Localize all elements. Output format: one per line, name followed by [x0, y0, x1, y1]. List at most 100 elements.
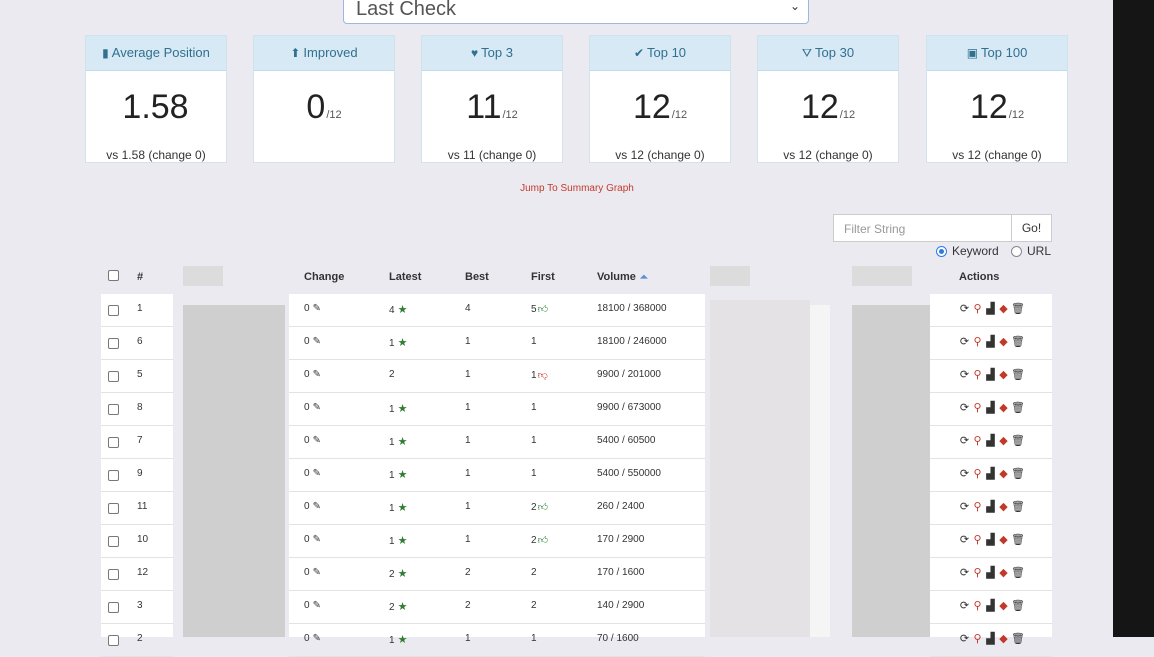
sort-icon[interactable]: ⏶ [640, 272, 648, 283]
search-icon[interactable]: ⚲ [972, 302, 983, 315]
bar-chart-icon[interactable]: ▟ [985, 632, 996, 645]
bar-chart-icon[interactable]: ▟ [985, 434, 996, 447]
row-checkbox[interactable] [108, 371, 119, 382]
refresh-icon[interactable]: ⟳ [959, 302, 970, 315]
radio-url[interactable]: URL [1011, 244, 1051, 258]
row-volume: 140 / 2900 [597, 600, 645, 611]
tag-icon[interactable]: ◆ [998, 500, 1009, 513]
stat-card-value: 12/12 [590, 88, 730, 127]
bar-chart-icon[interactable]: ▟ [985, 500, 996, 513]
radio-keyword-control[interactable] [936, 245, 947, 257]
row-change-value: 0 [304, 534, 310, 545]
header-change[interactable]: Change [304, 271, 344, 283]
search-icon[interactable]: ⚲ [972, 500, 983, 513]
radio-keyword[interactable]: Keyword [936, 244, 999, 258]
search-icon[interactable]: ⚲ [972, 434, 983, 447]
stat-card-title: Average Position [111, 45, 210, 60]
select-all-checkbox[interactable] [108, 270, 119, 281]
trash-icon[interactable]: 🗑︎ [1011, 632, 1025, 645]
row-actions: ⟳ ⚲ ▟ ◆ 🗑︎ [959, 533, 1025, 546]
trash-icon[interactable]: 🗑︎ [1011, 434, 1025, 447]
row-checkbox[interactable] [108, 305, 119, 316]
go-button[interactable]: Go! [1011, 214, 1052, 242]
redacted-url-column-edge [810, 305, 830, 637]
search-icon[interactable]: ⚲ [972, 632, 983, 645]
tag-icon[interactable]: ◆ [998, 467, 1009, 480]
tag-icon[interactable]: ◆ [998, 533, 1009, 546]
tag-icon[interactable]: ◆ [998, 434, 1009, 447]
header-latest[interactable]: Latest [389, 271, 421, 283]
refresh-icon[interactable]: ⟳ [959, 368, 970, 381]
row-checkbox[interactable] [108, 404, 119, 415]
bar-chart-icon[interactable]: ▟ [985, 599, 996, 612]
trash-icon[interactable]: 🗑︎ [1011, 599, 1025, 612]
search-icon[interactable]: ⚲ [972, 566, 983, 579]
row-divider [101, 557, 173, 558]
header-first[interactable]: First [531, 271, 555, 283]
period-select[interactable]: Last Check ⌄ [343, 0, 809, 24]
trash-icon[interactable]: 🗑︎ [1011, 533, 1025, 546]
trash-icon[interactable]: 🗑︎ [1011, 368, 1025, 381]
refresh-icon[interactable]: ⟳ [959, 434, 970, 447]
trash-icon[interactable]: 🗑︎ [1011, 467, 1025, 480]
tag-icon[interactable]: ◆ [998, 401, 1009, 414]
row-first-value: 1 [531, 435, 537, 446]
bar-chart-icon[interactable]: ▟ [985, 302, 996, 315]
refresh-icon[interactable]: ⟳ [959, 632, 970, 645]
refresh-icon[interactable]: ⟳ [959, 566, 970, 579]
search-icon[interactable]: ⚲ [972, 401, 983, 414]
bar-chart-icon[interactable]: ▟ [985, 467, 996, 480]
tag-icon[interactable]: ◆ [998, 368, 1009, 381]
star-icon: ★ [397, 601, 408, 613]
row-change: 0 ✎ [304, 600, 321, 611]
header-num[interactable]: # [137, 271, 143, 283]
refresh-icon[interactable]: ⟳ [959, 533, 970, 546]
trash-icon[interactable]: 🗑︎ [1011, 335, 1025, 348]
redacted-header [710, 266, 750, 286]
search-icon[interactable]: ⚲ [972, 335, 983, 348]
stat-card-value: 11/12 [422, 88, 562, 127]
refresh-icon[interactable]: ⟳ [959, 335, 970, 348]
search-icon[interactable]: ⚲ [972, 368, 983, 381]
row-checkbox[interactable] [108, 602, 119, 613]
bar-chart-icon[interactable]: ▟ [985, 335, 996, 348]
bar-chart-icon[interactable]: ▟ [985, 566, 996, 579]
stat-card-value: 12/12 [927, 88, 1067, 127]
tag-icon[interactable]: ◆ [998, 632, 1009, 645]
search-icon[interactable]: ⚲ [972, 599, 983, 612]
refresh-icon[interactable]: ⟳ [959, 467, 970, 480]
row-change-value: 0 [304, 468, 310, 479]
row-checkbox[interactable] [108, 338, 119, 349]
trash-icon[interactable]: 🗑︎ [1011, 302, 1025, 315]
tag-icon[interactable]: ◆ [998, 335, 1009, 348]
search-icon[interactable]: ⚲ [972, 533, 983, 546]
row-checkbox[interactable] [108, 470, 119, 481]
tag-icon[interactable]: ◆ [998, 302, 1009, 315]
row-best: 1 [465, 369, 471, 380]
header-best[interactable]: Best [465, 271, 489, 283]
header-volume[interactable]: Volume ⏶ [597, 271, 648, 283]
row-checkbox[interactable] [108, 536, 119, 547]
refresh-icon[interactable]: ⟳ [959, 500, 970, 513]
tag-icon[interactable]: ◆ [998, 566, 1009, 579]
filter-input[interactable]: Filter String [833, 214, 1011, 242]
refresh-icon[interactable]: ⟳ [959, 401, 970, 414]
tag-icon[interactable]: ◆ [998, 599, 1009, 612]
trash-icon[interactable]: 🗑︎ [1011, 401, 1025, 414]
refresh-icon[interactable]: ⟳ [959, 599, 970, 612]
row-num: 8 [137, 402, 143, 413]
bar-chart-icon[interactable]: ▟ [985, 533, 996, 546]
bar-chart-icon[interactable]: ▟ [985, 368, 996, 381]
bar-chart-icon[interactable]: ▟ [985, 401, 996, 414]
trash-icon[interactable]: 🗑︎ [1011, 500, 1025, 513]
trash-icon[interactable]: 🗑︎ [1011, 566, 1025, 579]
row-first: 2 [531, 600, 537, 611]
row-checkbox[interactable] [108, 569, 119, 580]
row-checkbox[interactable] [108, 503, 119, 514]
search-icon[interactable]: ⚲ [972, 467, 983, 480]
radio-url-control[interactable] [1011, 245, 1022, 257]
row-checkbox[interactable] [108, 437, 119, 448]
stat-value-number: 12 [969, 88, 1008, 126]
jump-to-summary-graph-link[interactable]: Jump To Summary Graph [0, 183, 1154, 194]
stat-card: ✔ Top 10 12/12 vs 12 (change 0) [589, 35, 731, 163]
